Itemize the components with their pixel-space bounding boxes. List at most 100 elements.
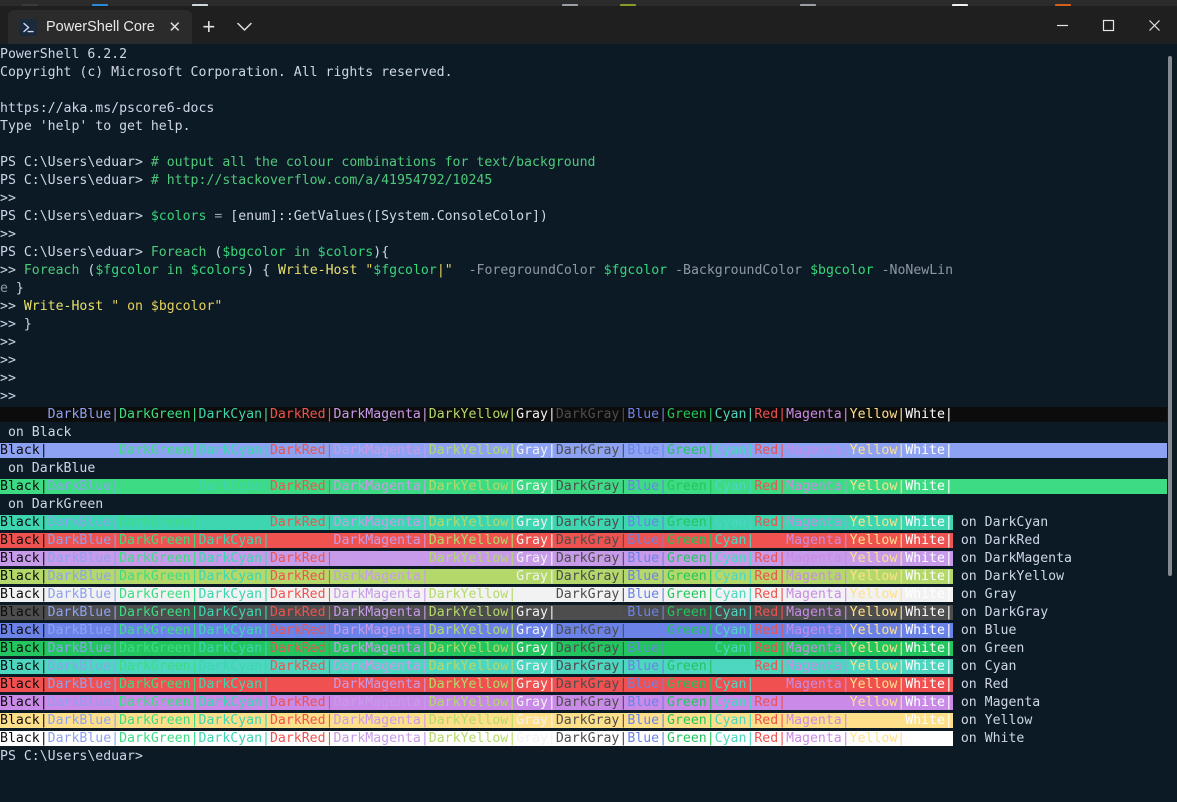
color-row-label-darkgreen: on DarkGreen bbox=[0, 496, 1167, 514]
text-run: } bbox=[7, 281, 24, 296]
color-cell-red-on-yellow: Red| bbox=[754, 713, 787, 728]
caption-buttons bbox=[1039, 6, 1177, 44]
text-run: $colors bbox=[317, 245, 374, 260]
color-cell-magenta-on-darkred: Magenta| bbox=[786, 533, 850, 548]
color-cell-cyan-on-darkcyan: Cyan| bbox=[714, 515, 755, 530]
color-cell-red-on-darkred: Red| bbox=[754, 533, 787, 548]
background-label: on DarkMagenta bbox=[952, 551, 1072, 566]
color-cell-black-on-cyan: Black| bbox=[0, 659, 48, 674]
color-cell-darkcyan-on-magenta: DarkCyan| bbox=[198, 695, 270, 710]
minimize-button[interactable] bbox=[1039, 6, 1085, 44]
text-run: >> bbox=[0, 335, 16, 350]
color-cell-red-on-green: Red| bbox=[754, 641, 787, 656]
tab-powershell-core[interactable]: PowerShell Core ✕ bbox=[8, 10, 192, 44]
color-cell-darkred-on-magenta: DarkRed| bbox=[269, 695, 334, 710]
color-cell-darkred-on-red: DarkRed| bbox=[269, 677, 334, 692]
background-label: on DarkGray bbox=[952, 605, 1049, 620]
color-cell-darkblue-on-cyan: DarkBlue| bbox=[47, 659, 120, 674]
text-run: Copyright (c) Microsoft Corporation. All… bbox=[0, 65, 453, 80]
command-line-cont5: >> bbox=[0, 370, 1167, 388]
color-cell-darkmagenta-on-darkcyan: DarkMagenta| bbox=[333, 515, 429, 530]
color-cell-darkyellow-on-darkgray: DarkYellow| bbox=[428, 605, 517, 620]
color-cell-darkblue-on-green: DarkBlue| bbox=[47, 641, 120, 656]
color-cell-darkmagenta-on-yellow: DarkMagenta| bbox=[333, 713, 429, 728]
color-cell-black-on-yellow: Black| bbox=[0, 713, 48, 728]
color-cell-darkgreen-on-darkred: DarkGreen| bbox=[119, 533, 199, 548]
color-cell-darkmagenta-on-cyan: DarkMagenta| bbox=[333, 659, 429, 674]
color-cell-red-on-darkblue: Red| bbox=[754, 443, 787, 458]
color-cell-darkyellow-on-cyan: DarkYellow| bbox=[428, 659, 517, 674]
color-cell-white-on-darkgreen: White| bbox=[905, 479, 953, 494]
color-cell-cyan-on-green: Cyan| bbox=[714, 641, 755, 656]
color-cell-darkmagenta-on-blue: DarkMagenta| bbox=[333, 623, 429, 638]
color-cell-darkred-on-darkyellow: DarkRed| bbox=[269, 569, 334, 584]
terminal-scrollbar[interactable] bbox=[1163, 44, 1177, 802]
color-cell-darkcyan-on-darkred: DarkCyan| bbox=[198, 533, 270, 548]
color-row-on-cyan: Black|DarkBlue|DarkGreen|DarkCyan|DarkRe… bbox=[0, 658, 1167, 676]
terminal-viewport[interactable]: PowerShell 6.2.2 Copyright (c) Microsoft … bbox=[0, 44, 1177, 802]
color-cell-darkcyan-on-darkgray: DarkCyan| bbox=[198, 605, 270, 620]
new-tab-button[interactable]: + bbox=[192, 10, 226, 44]
color-cell-blue-on-darkmagenta: Blue| bbox=[627, 551, 668, 566]
text-run bbox=[310, 245, 318, 260]
background-label: on DarkBlue bbox=[0, 461, 96, 476]
color-cell-darkcyan-on-darkgreen: DarkCyan| bbox=[198, 479, 270, 494]
text-run: >> } bbox=[0, 317, 32, 332]
color-cell-magenta-on-white: Magenta| bbox=[786, 731, 850, 746]
color-cell-red-on-magenta: Red| bbox=[754, 695, 787, 710]
color-cell-darkblue-on-black: DarkBlue| bbox=[47, 407, 120, 422]
color-cell-darkgreen-on-yellow: DarkGreen| bbox=[119, 713, 199, 728]
tab-strip: PowerShell Core ✕ + bbox=[0, 6, 262, 44]
color-cell-darkgreen-on-darkmagenta: DarkGreen| bbox=[119, 551, 199, 566]
color-cell-cyan-on-magenta: Cyan| bbox=[714, 695, 755, 710]
background-label: on Gray bbox=[952, 587, 1017, 602]
color-cell-darkmagenta-on-black: DarkMagenta| bbox=[333, 407, 429, 422]
color-cell-black-on-black: Black| bbox=[0, 407, 48, 422]
color-row-label-darkblue: on DarkBlue bbox=[0, 460, 1167, 478]
color-row-on-darkyellow: Black|DarkBlue|DarkGreen|DarkCyan|DarkRe… bbox=[0, 568, 1167, 586]
color-cell-darkgray-on-white: DarkGray| bbox=[555, 731, 628, 746]
color-cell-cyan-on-darkyellow: Cyan| bbox=[714, 569, 755, 584]
maximize-button[interactable] bbox=[1085, 6, 1131, 44]
color-cell-darkyellow-on-black: DarkYellow| bbox=[428, 407, 517, 422]
close-tab-icon[interactable]: ✕ bbox=[164, 16, 186, 38]
scrollbar-thumb[interactable] bbox=[1168, 56, 1172, 576]
color-cell-yellow-on-darkgray: Yellow| bbox=[849, 605, 906, 620]
color-cell-gray-on-red: Gray| bbox=[516, 677, 556, 692]
background-label: on DarkRed bbox=[952, 533, 1041, 548]
color-cell-darkred-on-black: DarkRed| bbox=[269, 407, 334, 422]
text-run: e bbox=[0, 281, 8, 296]
output-line-docsurl: https://aka.ms/pscore6-docs bbox=[0, 100, 1167, 118]
color-cell-darkmagenta-on-red: DarkMagenta| bbox=[333, 677, 429, 692]
color-cell-red-on-darkgray: Red| bbox=[754, 605, 787, 620]
color-cell-darkmagenta-on-darkblue: DarkMagenta| bbox=[333, 443, 429, 458]
output-line-helphint: Type 'help' to get help. bbox=[0, 118, 1167, 136]
color-cell-gray-on-green: Gray| bbox=[516, 641, 556, 656]
chevron-down-icon[interactable] bbox=[228, 10, 262, 44]
color-cell-darkmagenta-on-darkmagenta: DarkMagenta| bbox=[333, 551, 429, 566]
color-cell-green-on-blue: Green| bbox=[667, 623, 715, 638]
text-run: $fgcolor bbox=[603, 263, 668, 278]
color-cell-darkcyan-on-gray: DarkCyan| bbox=[198, 587, 270, 602]
color-cell-green-on-yellow: Green| bbox=[667, 713, 715, 728]
color-cell-blue-on-yellow: Blue| bbox=[627, 713, 668, 728]
color-cell-darkgray-on-blue: DarkGray| bbox=[555, 623, 628, 638]
color-cell-darkblue-on-darkyellow: DarkBlue| bbox=[47, 569, 120, 584]
color-cell-darkblue-on-gray: DarkBlue| bbox=[47, 587, 120, 602]
color-cell-darkgray-on-yellow: DarkGray| bbox=[555, 713, 628, 728]
color-cell-white-on-darkcyan: White| bbox=[905, 515, 953, 530]
color-row-on-white: Black|DarkBlue|DarkGreen|DarkCyan|DarkRe… bbox=[0, 730, 1167, 748]
color-row-on-darkmagenta: Black|DarkBlue|DarkGreen|DarkCyan|DarkRe… bbox=[0, 550, 1167, 568]
text-run: >> bbox=[0, 389, 16, 404]
output-line-version: PowerShell 6.2.2 bbox=[0, 46, 1167, 64]
command-line-cmd6: >> Write-Host " on $bgcolor" bbox=[0, 298, 1167, 316]
color-cell-green-on-darkcyan: Green| bbox=[667, 515, 715, 530]
color-cell-darkgreen-on-white: DarkGreen| bbox=[119, 731, 199, 746]
color-cell-darkgray-on-magenta: DarkGray| bbox=[555, 695, 628, 710]
color-cell-magenta-on-darkmagenta: Magenta| bbox=[786, 551, 850, 566]
close-window-button[interactable] bbox=[1131, 6, 1177, 44]
color-cell-darkgreen-on-black: DarkGreen| bbox=[119, 407, 199, 422]
color-cell-magenta-on-red: Magenta| bbox=[786, 677, 850, 692]
color-row-on-darkgreen: Black|DarkBlue|DarkGreen|DarkCyan|DarkRe… bbox=[0, 478, 1168, 496]
text-run bbox=[103, 299, 111, 314]
